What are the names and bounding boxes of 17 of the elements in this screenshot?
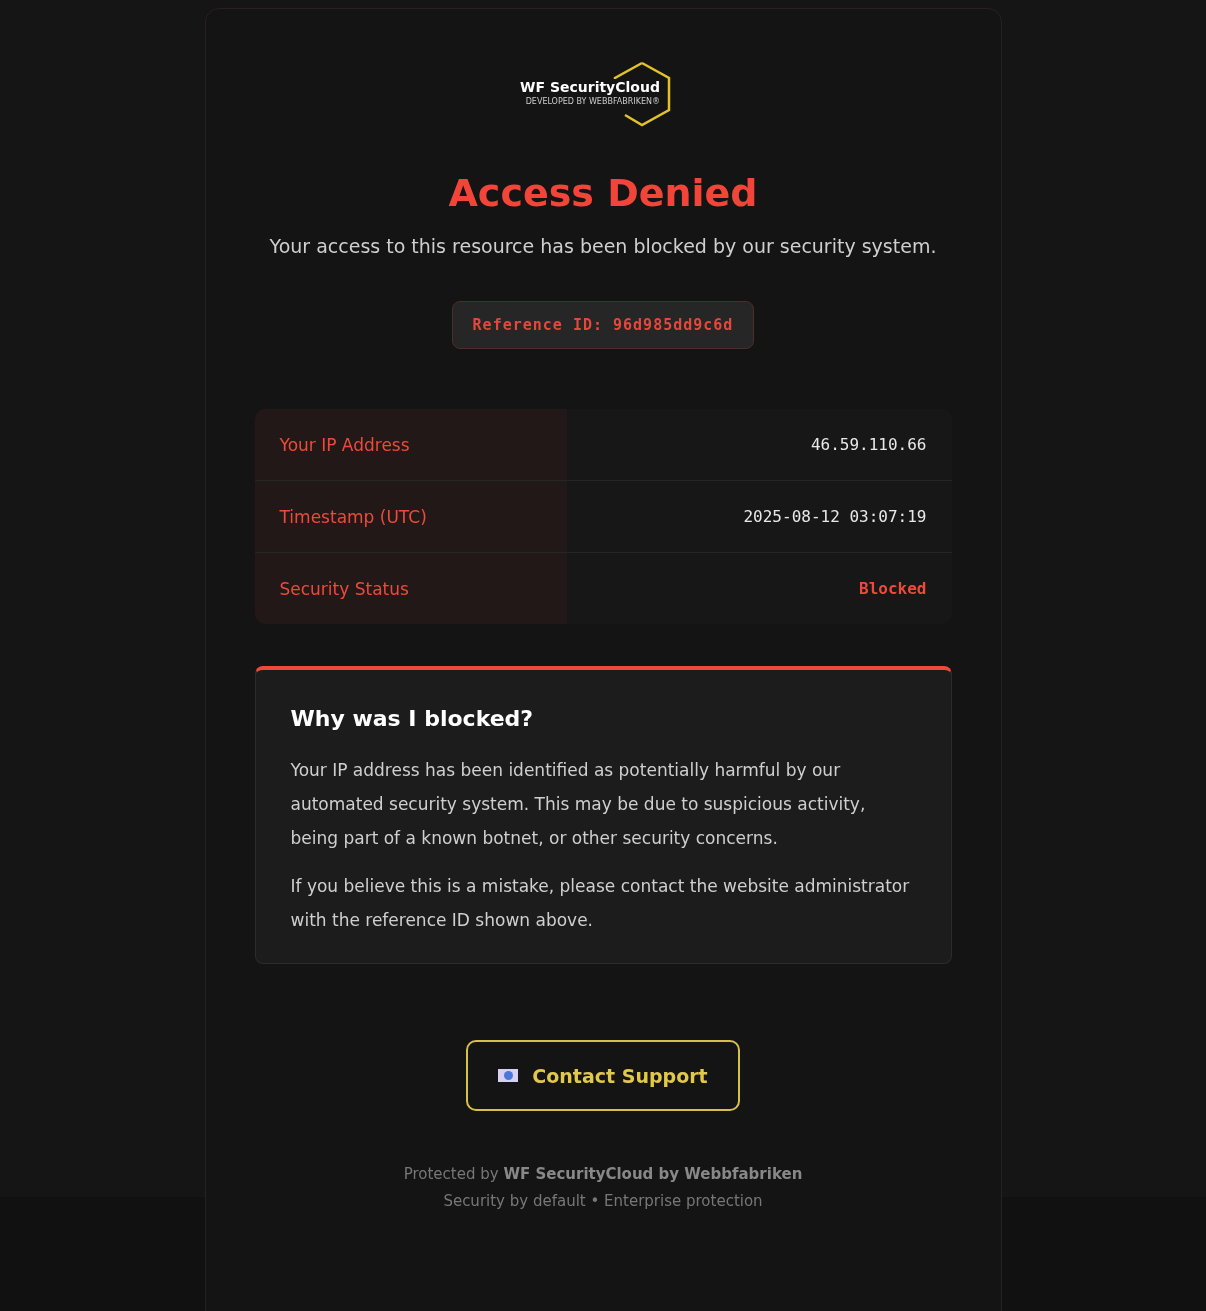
detail-value: Blocked [858, 578, 928, 600]
detail-value: 46.59.110.66 [809, 434, 928, 456]
contact-button[interactable]: Contact Support [466, 1040, 740, 1111]
detail-value: 2025-08-12 03:07:19 [742, 506, 928, 528]
logo-tagline: DEVELOPED BY WEBBFABRIKEN® [523, 97, 662, 106]
detail-label: Timestamp (UTC) [254, 481, 567, 552]
page-title: Access Denied [448, 171, 758, 215]
logo-name: WF SecurityCloud [518, 79, 662, 95]
detail-label: Security Status [254, 553, 567, 624]
panel-paragraph: Your IP address has been identified as potentially harmful by our automated security system. This may be due to suspicious activity, being part of a known botnet, or other security concerns. [290, 759, 867, 850]
footer-tagline: Security by default • Enterprise protection [442, 1191, 764, 1212]
footer-credit: Protected by WF SecurityCloud by Webbfabriken [403, 1164, 803, 1185]
reference-id: Reference ID: 96d985dd9c6d [451, 301, 755, 349]
subtitle: Your access to this resource has been blocked by our security system. [269, 235, 937, 257]
panel-heading: Why was I blocked? [290, 706, 535, 731]
detail-label: Your IP Address [254, 409, 567, 480]
panel-paragraph: If you believe this is a mistake, please contact the website administrator with the reference ID shown above. [290, 875, 911, 932]
